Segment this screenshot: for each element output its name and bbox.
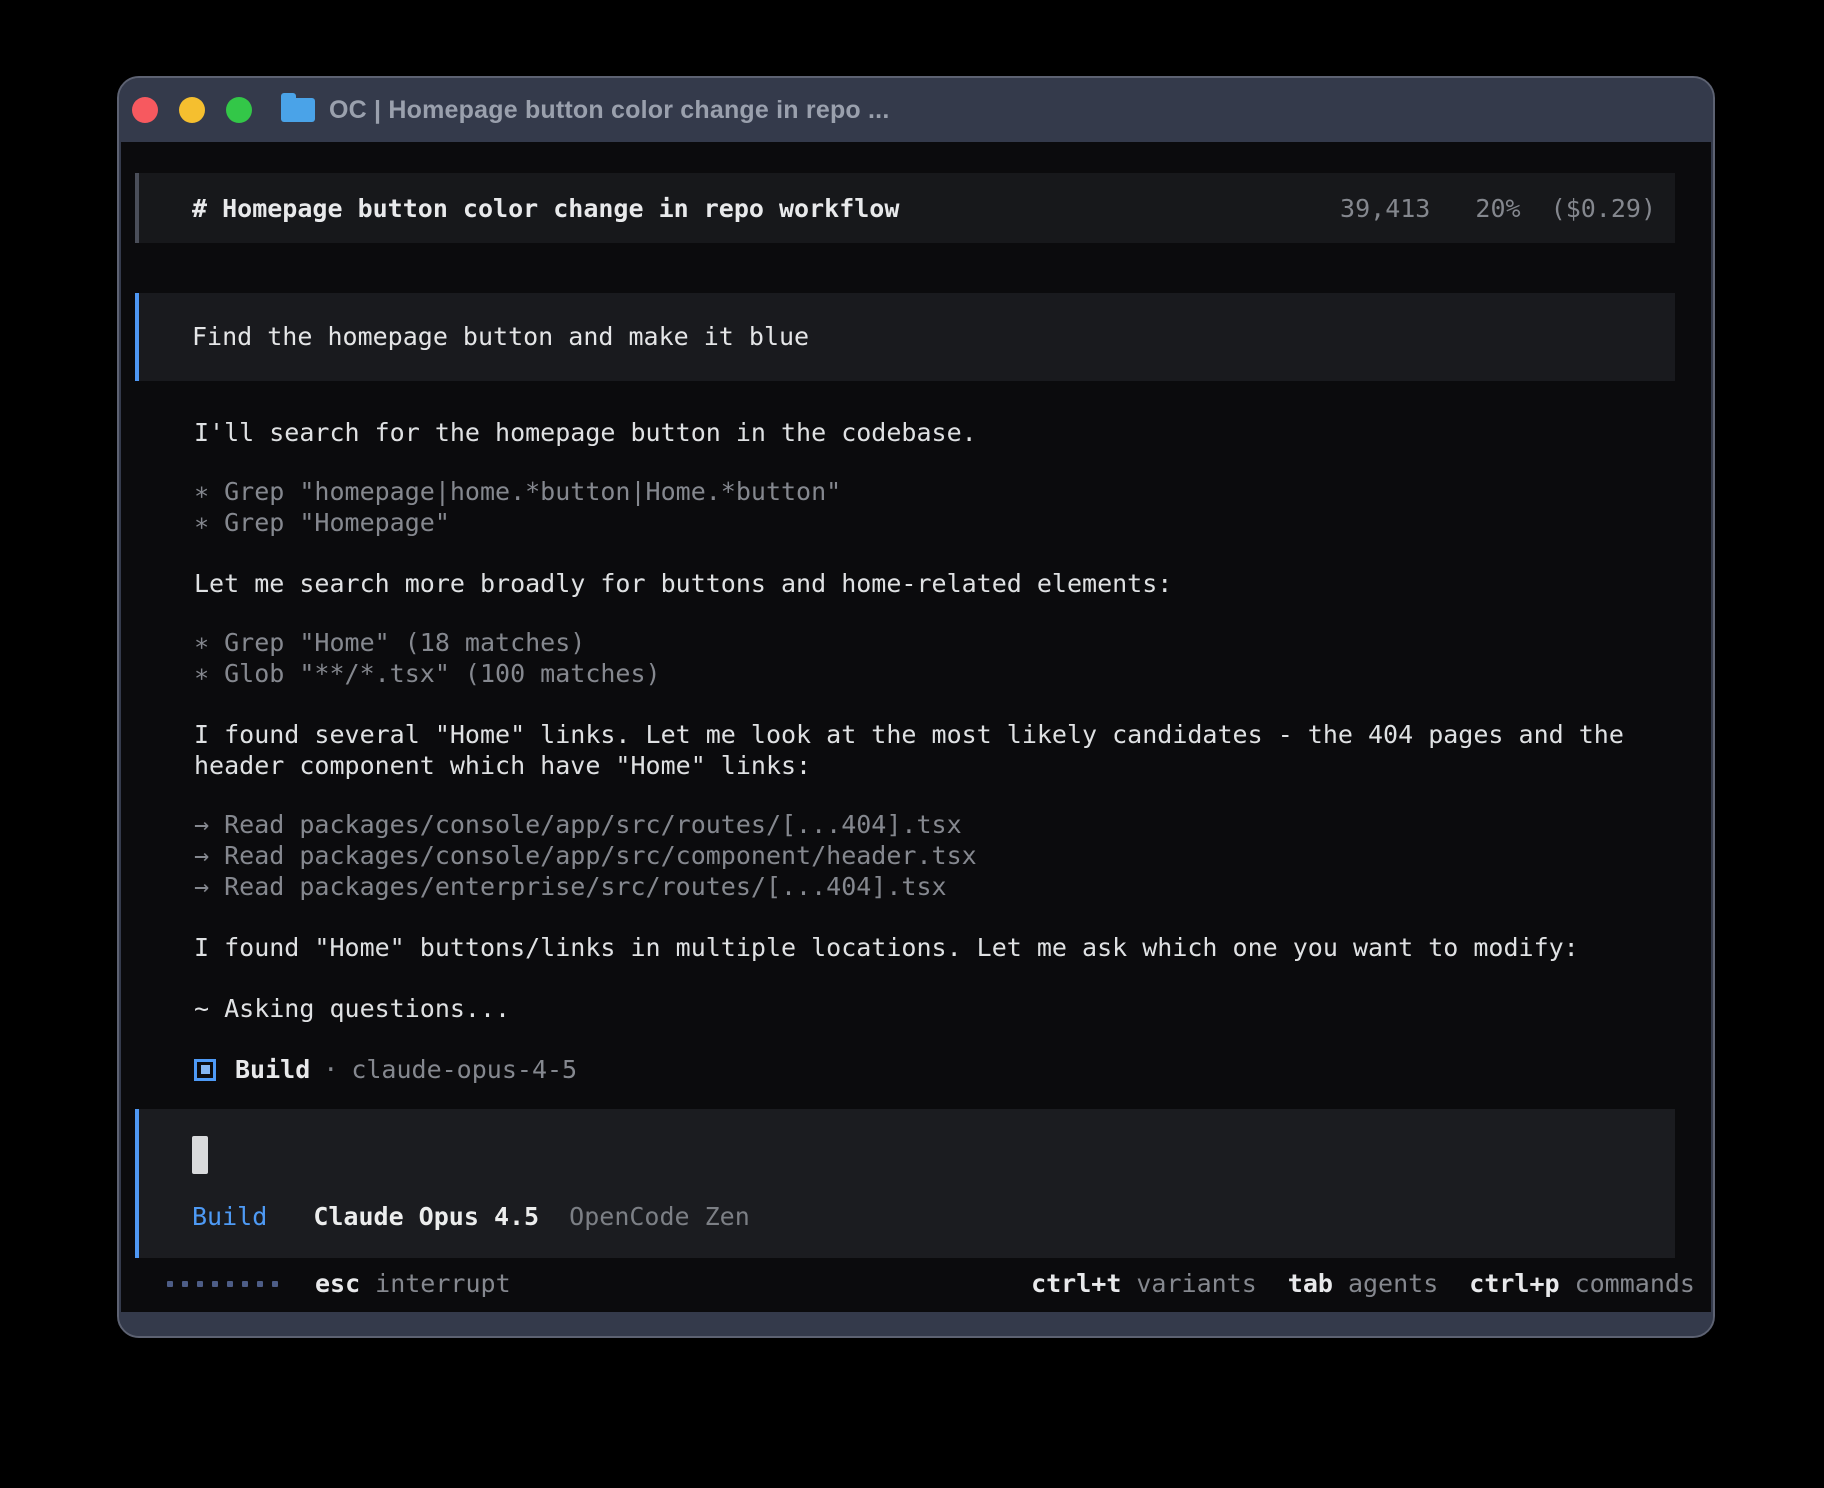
working-status: ~ Asking questions... — [194, 993, 1710, 1024]
dot-separator: · — [323, 1055, 338, 1084]
tool-call-group: ∗ Grep "Home" (18 matches) ∗ Glob "**/*.… — [194, 627, 1710, 689]
esc-key-hint: esc — [315, 1269, 360, 1298]
folder-icon — [281, 98, 315, 122]
model-name-label: Claude Opus 4.5 — [313, 1202, 539, 1231]
tool-call-grep: ∗ Grep "Home" (18 matches) — [194, 627, 1710, 658]
provider-label: OpenCode Zen — [569, 1202, 750, 1231]
hint-label: variants — [1136, 1269, 1256, 1298]
hint-key: ctrl+p — [1469, 1269, 1559, 1298]
conversation: I'll search for the homepage button in t… — [194, 417, 1710, 1085]
agent-mode-label: Build — [192, 1202, 267, 1231]
window-bottom-chrome — [119, 1312, 1713, 1336]
user-message: Find the homepage button and make it blu… — [135, 293, 1675, 381]
user-message-text: Find the homepage button and make it blu… — [192, 322, 809, 351]
terminal-content: # Homepage button color change in repo w… — [121, 142, 1711, 1312]
agent-status-line: Build · claude-opus-4-5 — [194, 1054, 1710, 1085]
close-button[interactable] — [132, 97, 158, 123]
prompt-input[interactable]: Build Claude Opus 4.5 OpenCode Zen — [135, 1109, 1675, 1258]
tool-call-read: → Read packages/console/app/src/routes/[… — [194, 809, 1710, 840]
assistant-text: I found "Home" buttons/links in multiple… — [194, 932, 1710, 963]
agent-name: Build — [235, 1055, 310, 1084]
footer-left: esc interrupt — [167, 1269, 511, 1298]
footer-right: ctrl+t variants tab agents ctrl+p commands — [1031, 1269, 1695, 1298]
prompt-meta: Build Claude Opus 4.5 OpenCode Zen — [192, 1201, 1656, 1232]
session-cost: ($0.29) — [1551, 194, 1656, 223]
agent-model: claude-opus-4-5 — [351, 1055, 577, 1084]
esc-key-label: interrupt — [375, 1269, 510, 1298]
tool-call-grep: ∗ Grep "Homepage" — [194, 507, 1710, 538]
tool-call-read: → Read packages/console/app/src/componen… — [194, 840, 1710, 871]
session-header: # Homepage button color change in repo w… — [135, 173, 1675, 243]
hint-variants: ctrl+t variants — [1031, 1269, 1257, 1298]
status-footer: esc interrupt ctrl+t variants tab agents c… — [167, 1268, 1695, 1299]
assistant-text: Let me search more broadly for buttons a… — [194, 568, 1710, 599]
minimize-button[interactable] — [179, 97, 205, 123]
hint-key: ctrl+t — [1031, 1269, 1121, 1298]
window-title: OC | Homepage button color change in rep… — [329, 96, 889, 125]
assistant-text: I found several "Home" links. Let me loo… — [194, 719, 1710, 781]
build-agent-icon — [194, 1059, 216, 1081]
hint-label: agents — [1348, 1269, 1438, 1298]
hint-commands: ctrl+p commands — [1469, 1269, 1695, 1298]
spinner-dots-icon — [167, 1281, 287, 1287]
session-stats: 39,413 20% ($0.29) — [1340, 194, 1656, 223]
tool-call-group: ∗ Grep "homepage|home.*button|Home.*butt… — [194, 476, 1710, 538]
titlebar: OC | Homepage button color change in rep… — [119, 78, 1713, 142]
assistant-text: I'll search for the homepage button in t… — [194, 417, 1710, 448]
tool-call-glob: ∗ Glob "**/*.tsx" (100 matches) — [194, 658, 1710, 689]
hint-label: commands — [1575, 1269, 1695, 1298]
tool-call-grep: ∗ Grep "homepage|home.*button|Home.*butt… — [194, 476, 1710, 507]
token-count: 39,413 — [1340, 194, 1430, 223]
hint-agents: tab agents — [1288, 1269, 1438, 1298]
hint-key: tab — [1288, 1269, 1333, 1298]
text-cursor — [192, 1136, 208, 1174]
terminal-window: OC | Homepage button color change in rep… — [117, 76, 1715, 1338]
session-title: # Homepage button color change in repo w… — [192, 194, 1340, 223]
zoom-button[interactable] — [226, 97, 252, 123]
tool-call-group: → Read packages/console/app/src/routes/[… — [194, 809, 1710, 902]
tool-call-read: → Read packages/enterprise/src/routes/[.… — [194, 871, 1710, 902]
context-percent: 20% — [1475, 194, 1520, 223]
